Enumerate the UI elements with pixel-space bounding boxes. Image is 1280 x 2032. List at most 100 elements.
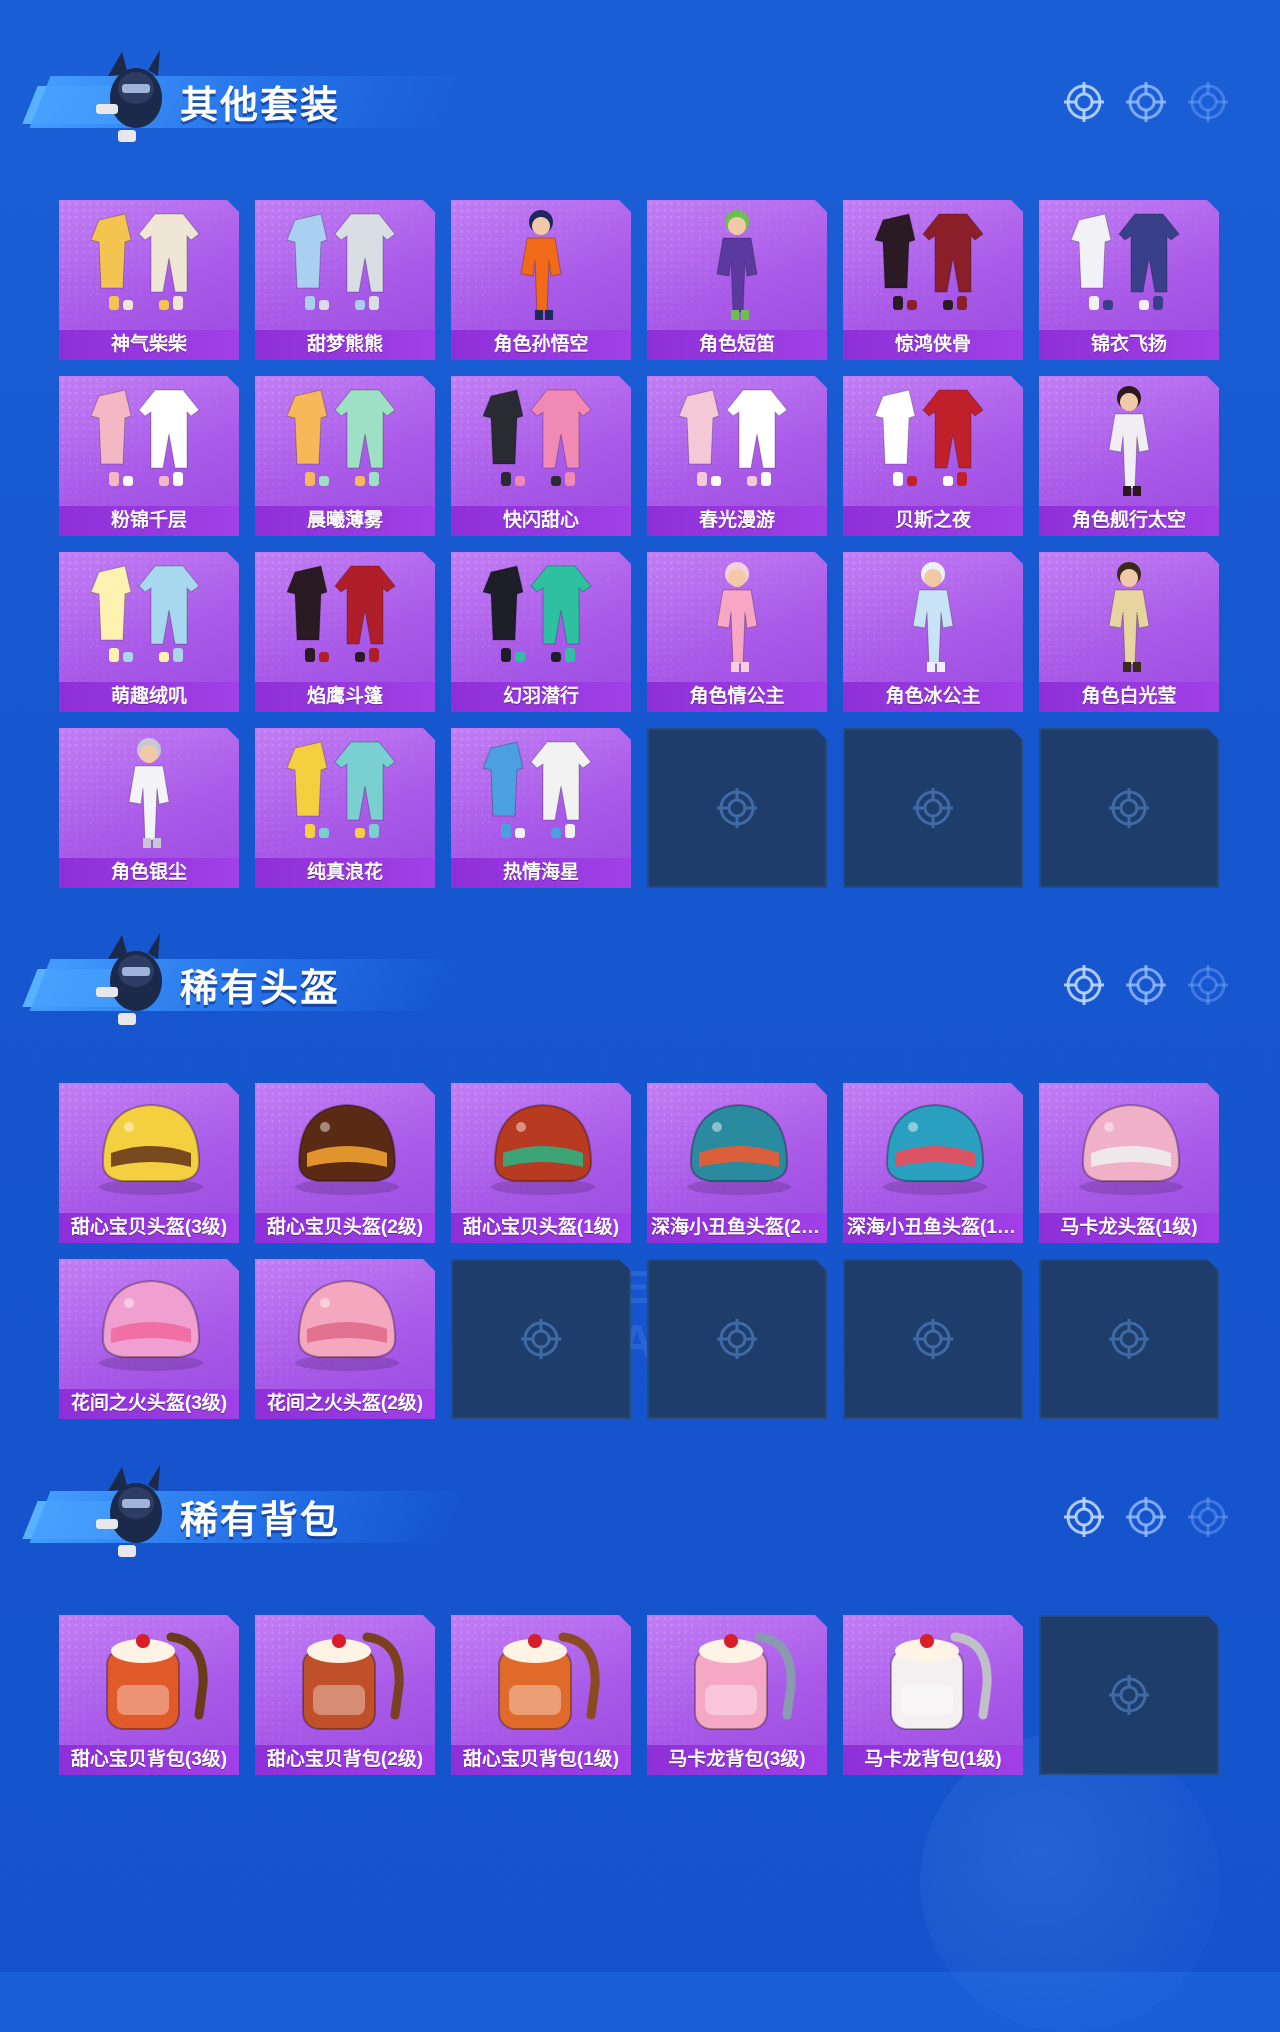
- item-label: 角色银尘: [59, 858, 239, 888]
- backpack-icon: [694, 1632, 796, 1730]
- item-card[interactable]: 甜心宝贝背包(3级): [59, 1615, 239, 1775]
- outfit-pair-icon: [874, 213, 984, 310]
- outfit-pair-icon: [90, 389, 200, 486]
- outfit-pair-icon: [678, 389, 788, 486]
- character-figure-icon: [520, 210, 562, 320]
- item-card[interactable]: 幻羽潜行: [451, 552, 631, 712]
- item-card[interactable]: 贝斯之夜: [843, 376, 1023, 536]
- item-label: 深海小丑鱼头盔(1级): [843, 1213, 1023, 1243]
- item-card[interactable]: 角色孙悟空: [451, 200, 631, 360]
- item-card[interactable]: 锦衣飞扬: [1039, 200, 1219, 360]
- item-card[interactable]: 粉锦千层: [59, 376, 239, 536]
- item-label: 惊鸿侠骨: [843, 330, 1023, 360]
- outfit-pair-icon: [90, 565, 200, 662]
- section-header: 稀有背包: [22, 1455, 471, 1565]
- backpack-icon: [106, 1632, 208, 1730]
- item-card[interactable]: 甜心宝贝背包(2级): [255, 1615, 435, 1775]
- item-card[interactable]: 马卡龙背包(3级): [647, 1615, 827, 1775]
- item-card[interactable]: 焰鹰斗篷: [255, 552, 435, 712]
- backpack-icon: [498, 1632, 600, 1730]
- item-card[interactable]: 甜心宝贝头盔(2级): [255, 1083, 435, 1243]
- crosshair-placeholder-icon: [913, 788, 953, 828]
- item-card[interactable]: 晨曦薄雾: [255, 376, 435, 536]
- crosshair-placeholder-icon: [717, 1319, 757, 1359]
- item-card[interactable]: 快闪甜心: [451, 376, 631, 536]
- item-label: 神气柴柴: [59, 330, 239, 360]
- item-card[interactable]: 甜心宝贝背包(1级): [451, 1615, 631, 1775]
- helmet-icon: [295, 1103, 399, 1195]
- outfit-pair-icon: [286, 389, 396, 486]
- item-label: 粉锦千层: [59, 506, 239, 536]
- mascot-icon: [96, 933, 162, 1025]
- character-figure-icon: [1108, 386, 1150, 496]
- item-label: 马卡龙头盔(1级): [1039, 1213, 1219, 1243]
- helmet-icon: [491, 1103, 595, 1195]
- backpack-icon: [890, 1632, 992, 1730]
- item-label: 甜心宝贝头盔(2级): [255, 1213, 435, 1243]
- item-card[interactable]: 角色短笛: [647, 200, 827, 360]
- empty-slot: [1039, 1259, 1219, 1419]
- item-card[interactable]: 马卡龙背包(1级): [843, 1615, 1023, 1775]
- item-card[interactable]: 角色白光莹: [1039, 552, 1219, 712]
- item-card[interactable]: 神气柴柴: [59, 200, 239, 360]
- section-deco: [1062, 80, 1230, 124]
- outfit-pair-icon: [286, 565, 396, 662]
- item-card[interactable]: 春光漫游: [647, 376, 827, 536]
- backpack-icon: [302, 1632, 404, 1730]
- crosshair-icon: [1188, 965, 1228, 1005]
- helmet-icon: [883, 1103, 987, 1195]
- item-label: 春光漫游: [647, 506, 827, 536]
- helmet-icon: [99, 1103, 203, 1195]
- item-label: 甜心宝贝头盔(3级): [59, 1213, 239, 1243]
- section-title: 其他套装: [180, 85, 341, 127]
- item-card[interactable]: 马卡龙头盔(1级): [1039, 1083, 1219, 1243]
- crosshair-placeholder-icon: [521, 1319, 561, 1359]
- item-card[interactable]: 甜梦熊熊: [255, 200, 435, 360]
- crosshair-icon: [1126, 82, 1166, 122]
- outfit-pair-icon: [286, 213, 396, 310]
- outfit-pair-icon: [90, 213, 200, 310]
- item-card[interactable]: 深海小丑鱼头盔(1级): [843, 1083, 1023, 1243]
- item-card[interactable]: 花间之火头盔(3级): [59, 1259, 239, 1419]
- item-card[interactable]: 角色冰公主: [843, 552, 1023, 712]
- item-card[interactable]: 甜心宝贝头盔(3级): [59, 1083, 239, 1243]
- item-label: 纯真浪花: [255, 858, 435, 888]
- crosshair-icon: [1064, 1497, 1104, 1537]
- item-label: 甜梦熊熊: [255, 330, 435, 360]
- empty-slot: [647, 1259, 827, 1419]
- crosshair-icon: [1126, 965, 1166, 1005]
- item-label: 角色孙悟空: [451, 330, 631, 360]
- outfit-pair-icon: [286, 741, 396, 838]
- outfit-pair-icon: [482, 389, 592, 486]
- item-label: 晨曦薄雾: [255, 506, 435, 536]
- item-label: 甜心宝贝背包(3级): [59, 1745, 239, 1775]
- crosshair-icon: [1188, 1497, 1228, 1537]
- helmet-icon: [1079, 1103, 1183, 1195]
- item-label: 马卡龙背包(1级): [843, 1745, 1023, 1775]
- background-decoration: [920, 1732, 1220, 2032]
- item-label: 甜心宝贝背包(2级): [255, 1745, 435, 1775]
- item-grid: 神气柴柴 甜梦熊熊 角色孙悟空 角色短笛 惊鸿侠骨 锦衣飞扬 粉锦千层 晨曦薄雾…: [59, 200, 1219, 888]
- item-card[interactable]: 花间之火头盔(2级): [255, 1259, 435, 1419]
- crosshair-icon: [1064, 965, 1104, 1005]
- item-card[interactable]: 热情海星: [451, 728, 631, 888]
- item-label: 角色冰公主: [843, 682, 1023, 712]
- character-figure-icon: [716, 210, 758, 320]
- empty-slot: [647, 728, 827, 888]
- character-figure-icon: [1108, 562, 1150, 672]
- section-header: 稀有头盔: [22, 923, 471, 1033]
- item-card[interactable]: 萌趣绒叽: [59, 552, 239, 712]
- item-label: 锦衣飞扬: [1039, 330, 1219, 360]
- item-label: 甜心宝贝背包(1级): [451, 1745, 631, 1775]
- item-card[interactable]: 角色情公主: [647, 552, 827, 712]
- outfit-pair-icon: [482, 565, 592, 662]
- item-card[interactable]: 深海小丑鱼头盔(2级): [647, 1083, 827, 1243]
- item-card[interactable]: 惊鸿侠骨: [843, 200, 1023, 360]
- empty-slot: [843, 1259, 1023, 1419]
- item-card[interactable]: 角色银尘: [59, 728, 239, 888]
- crosshair-placeholder-icon: [717, 788, 757, 828]
- item-label: 萌趣绒叽: [59, 682, 239, 712]
- item-card[interactable]: 角色舰行太空: [1039, 376, 1219, 536]
- item-card[interactable]: 甜心宝贝头盔(1级): [451, 1083, 631, 1243]
- item-card[interactable]: 纯真浪花: [255, 728, 435, 888]
